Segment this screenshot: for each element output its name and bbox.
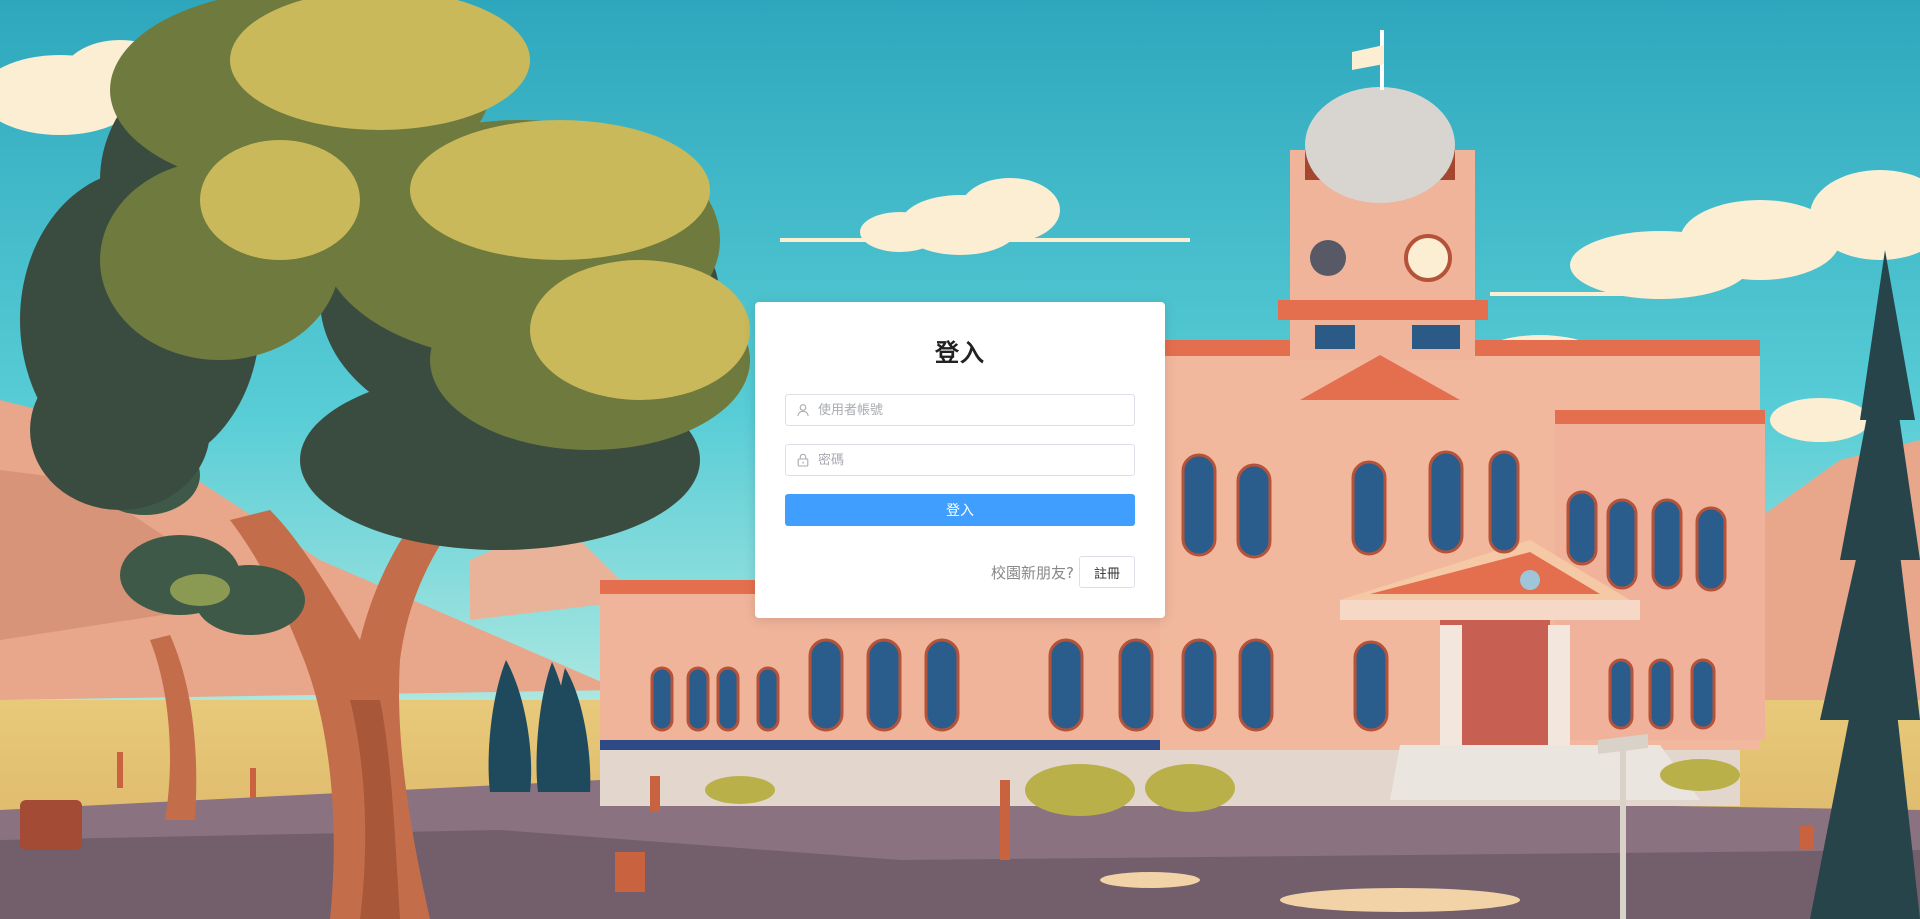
username-input[interactable]: [818, 395, 1128, 425]
username-field[interactable]: [785, 394, 1135, 426]
login-card: 登入 登入 校園新朋友? 註冊: [755, 302, 1165, 618]
register-prompt: 校園新朋友?: [991, 563, 1074, 582]
login-button[interactable]: 登入: [785, 494, 1135, 526]
login-title: 登入: [935, 339, 985, 367]
user-icon: [797, 404, 809, 417]
register-row: 校園新朋友? 註冊: [991, 556, 1135, 588]
lock-icon: [797, 453, 809, 467]
password-field[interactable]: [785, 444, 1135, 476]
password-input[interactable]: [818, 445, 1128, 475]
register-button[interactable]: 註冊: [1078, 556, 1135, 588]
